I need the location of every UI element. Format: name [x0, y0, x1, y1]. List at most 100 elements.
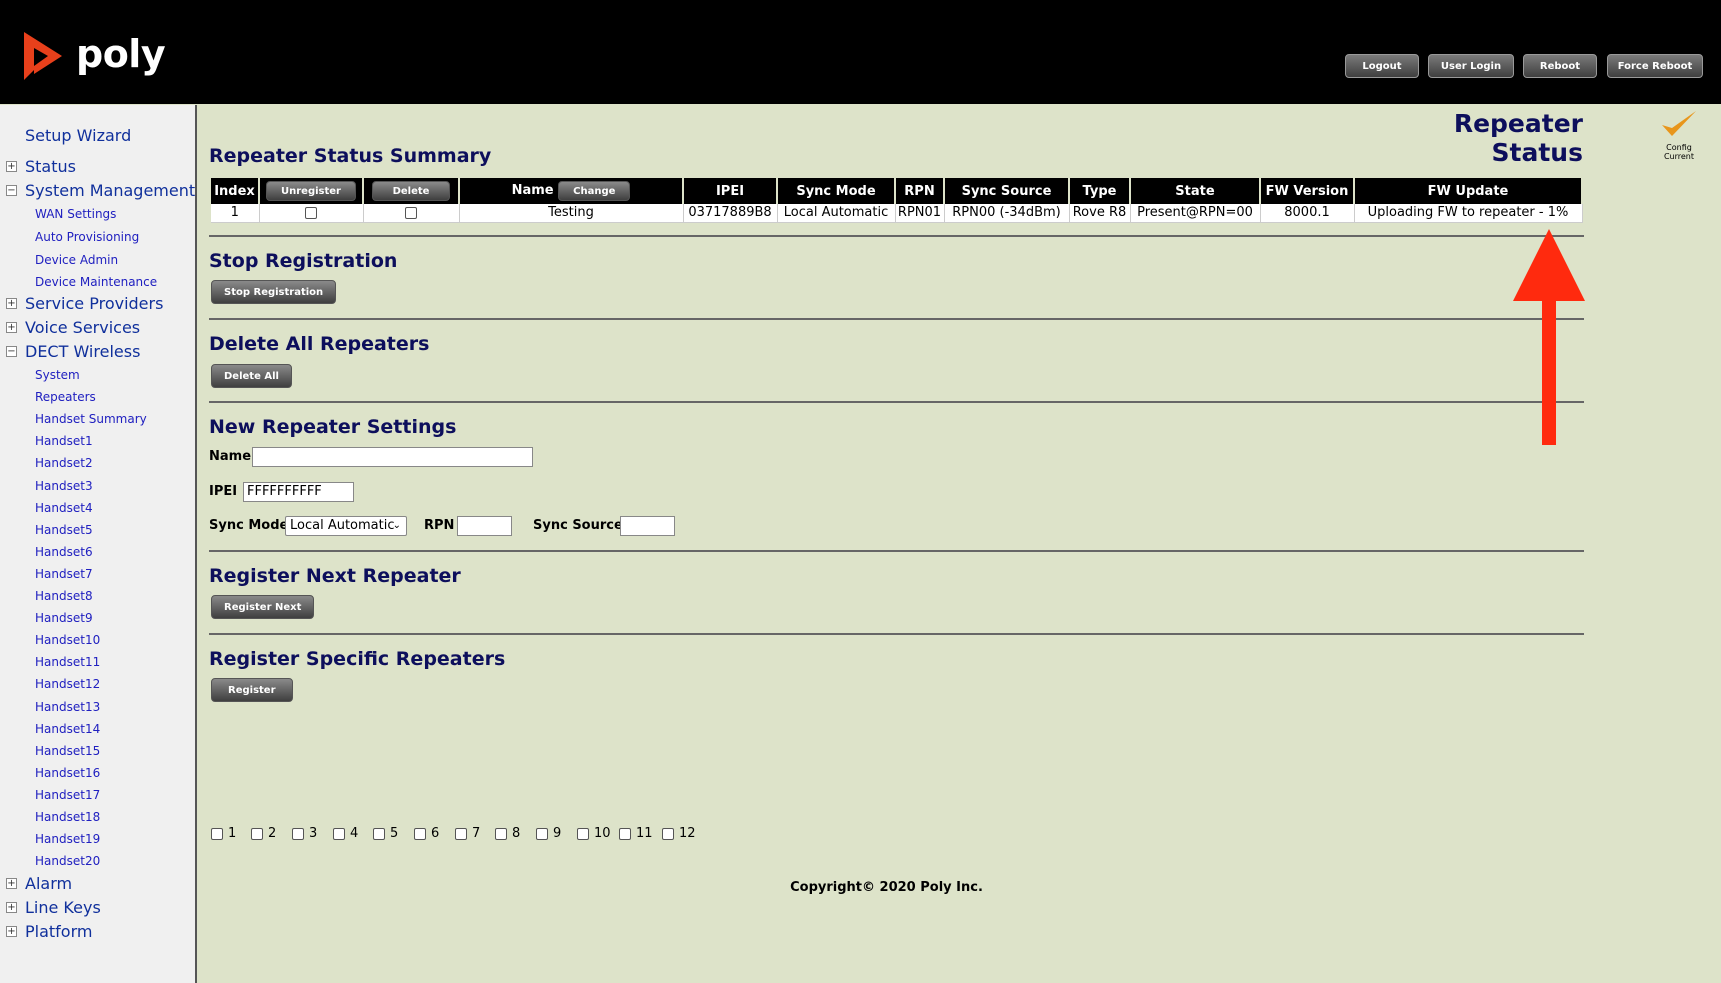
expand-icon[interactable]: + — [6, 298, 17, 309]
page-title: Repeater Status — [1453, 109, 1583, 167]
rpn-input[interactable] — [457, 516, 512, 536]
repeater-checkbox[interactable] — [577, 827, 589, 840]
poly-logo-icon — [24, 32, 62, 80]
sidebar-item-dect-18[interactable]: Handset15 — [35, 744, 100, 758]
divider — [209, 550, 1584, 552]
name-input[interactable] — [252, 447, 533, 467]
sidebar-item-dect-wireless[interactable]: DECT Wireless — [25, 342, 140, 361]
unregister-checkbox[interactable] — [305, 206, 317, 219]
sidebar-item-dect-6[interactable]: Handset3 — [35, 479, 93, 493]
sidebar-item-alarm[interactable]: Alarm — [25, 874, 72, 893]
sidebar-item-dect-22[interactable]: Handset19 — [35, 832, 100, 846]
repeater-checkbox-item[interactable]: 3 — [292, 826, 317, 841]
repeater-checkbox[interactable] — [211, 827, 223, 840]
repeater-checkbox-item[interactable]: 6 — [414, 826, 439, 841]
repeater-checkbox-item[interactable]: 4 — [333, 826, 358, 841]
repeater-checkbox-item[interactable]: 8 — [495, 826, 520, 841]
repeater-checkbox-item[interactable]: 9 — [536, 826, 561, 841]
col-rpn: RPN — [895, 178, 945, 204]
sidebar-item-dect-2[interactable]: Repeaters — [35, 390, 96, 404]
register-button[interactable]: Register — [211, 678, 293, 702]
sidebar-item-line-keys[interactable]: Line Keys — [25, 898, 101, 917]
sidebar-item-dect-16[interactable]: Handset13 — [35, 700, 100, 714]
sync-source-label: Sync Source — [533, 518, 623, 533]
sidebar-item-platform[interactable]: Platform — [25, 922, 92, 941]
chevron-down-icon: ⌄ — [392, 520, 401, 531]
user-login-button[interactable]: User Login — [1428, 54, 1514, 78]
stop-registration-button[interactable]: Stop Registration — [211, 280, 337, 304]
sidebar-item-dect-20[interactable]: Handset17 — [35, 788, 100, 802]
collapse-icon[interactable]: − — [6, 185, 17, 196]
table-row: 1 Testing 03717889B8 Local Automatic RPN… — [211, 204, 1583, 223]
col-ipei: IPEI — [683, 178, 778, 204]
repeater-checkbox[interactable] — [373, 827, 385, 840]
repeater-checkbox-item[interactable]: 11 — [619, 826, 653, 841]
repeater-checkbox-item[interactable]: 1 — [211, 826, 236, 841]
force-reboot-button[interactable]: Force Reboot — [1607, 54, 1703, 78]
sidebar-item-dect-5[interactable]: Handset2 — [35, 456, 93, 470]
register-next-button[interactable]: Register Next — [211, 595, 315, 619]
sidebar-item-dect-14[interactable]: Handset11 — [35, 655, 100, 669]
repeater-checkbox-item[interactable]: 7 — [455, 826, 480, 841]
change-button[interactable]: Change — [558, 181, 631, 201]
sidebar-item-dect-23[interactable]: Handset20 — [35, 854, 100, 868]
repeater-checkbox[interactable] — [251, 827, 263, 840]
sidebar-item-auto-provisioning[interactable]: Auto Provisioning — [35, 230, 139, 244]
sidebar-item-system-management[interactable]: System Management — [25, 181, 195, 200]
sidebar-item-voice-services[interactable]: Voice Services — [25, 318, 140, 337]
expand-icon[interactable]: + — [6, 161, 17, 172]
sidebar-item-dect-7[interactable]: Handset4 — [35, 501, 93, 515]
sidebar-item-status[interactable]: Status — [25, 157, 76, 176]
logout-button[interactable]: Logout — [1345, 54, 1419, 78]
sidebar-item-dect-21[interactable]: Handset18 — [35, 810, 100, 824]
reboot-button[interactable]: Reboot — [1523, 54, 1597, 78]
cell-ipei: 03717889B8 — [683, 204, 778, 223]
repeater-checkbox[interactable] — [455, 827, 467, 840]
sidebar-item-dect-13[interactable]: Handset10 — [35, 633, 100, 647]
delete-button[interactable]: Delete — [371, 181, 451, 201]
sidebar-item-dect-8[interactable]: Handset5 — [35, 523, 93, 537]
sidebar-item-device-admin[interactable]: Device Admin — [35, 253, 118, 267]
sidebar-item-dect-10[interactable]: Handset7 — [35, 567, 93, 581]
cell-state: Present@RPN=00 — [1130, 204, 1261, 223]
expand-icon[interactable]: + — [6, 878, 17, 889]
repeater-checkbox[interactable] — [414, 827, 426, 840]
sidebar-item-dect-15[interactable]: Handset12 — [35, 677, 100, 691]
sidebar-item-dect-19[interactable]: Handset16 — [35, 766, 100, 780]
expand-icon[interactable]: + — [6, 322, 17, 333]
sync-source-input[interactable] — [620, 516, 675, 536]
repeater-checkbox-item[interactable]: 5 — [373, 826, 398, 841]
repeater-checkbox-item[interactable]: 12 — [662, 826, 696, 841]
sidebar-item-dect-3[interactable]: Handset Summary — [35, 412, 147, 426]
sidebar-item-dect-1[interactable]: System — [35, 368, 80, 382]
sidebar-item-service-providers[interactable]: Service Providers — [25, 294, 163, 313]
repeater-checkbox[interactable] — [536, 827, 548, 840]
sidebar-item-dect-9[interactable]: Handset6 — [35, 545, 93, 559]
delete-checkbox[interactable] — [405, 206, 417, 219]
repeater-checkbox-item[interactable]: 10 — [577, 826, 611, 841]
repeater-checkbox[interactable] — [495, 827, 507, 840]
repeater-checkbox[interactable] — [662, 827, 674, 840]
sidebar-item-dect-12[interactable]: Handset9 — [35, 611, 93, 625]
collapse-icon[interactable]: − — [6, 346, 17, 357]
sidebar-item-dect-17[interactable]: Handset14 — [35, 722, 100, 736]
expand-icon[interactable]: + — [6, 902, 17, 913]
expand-icon[interactable]: + — [6, 926, 17, 937]
sidebar-item-setup-wizard[interactable]: Setup Wizard — [25, 126, 131, 145]
repeater-checkbox[interactable] — [333, 827, 345, 840]
repeater-checkbox[interactable] — [619, 827, 631, 840]
repeater-checkbox[interactable] — [292, 827, 304, 840]
ipei-input[interactable]: FFFFFFFFFF — [243, 482, 354, 502]
unregister-button[interactable]: Unregister — [266, 181, 356, 201]
table-header-row: Index Unregister Delete Name Change IPEI… — [211, 178, 1583, 204]
sidebar-item-dect-11[interactable]: Handset8 — [35, 589, 93, 603]
cell-delete — [363, 204, 460, 223]
sidebar-item-device-maintenance[interactable]: Device Maintenance — [35, 275, 157, 289]
sync-mode-select[interactable]: Local Automatic ⌄ — [285, 516, 407, 536]
sidebar-item-wan-settings[interactable]: WAN Settings — [35, 207, 116, 221]
delete-all-button[interactable]: Delete All — [211, 364, 292, 388]
repeater-checkbox-item[interactable]: 2 — [251, 826, 276, 841]
col-unregister: Unregister — [259, 178, 364, 204]
col-type: Type — [1069, 178, 1131, 204]
sidebar-item-dect-4[interactable]: Handset1 — [35, 434, 93, 448]
